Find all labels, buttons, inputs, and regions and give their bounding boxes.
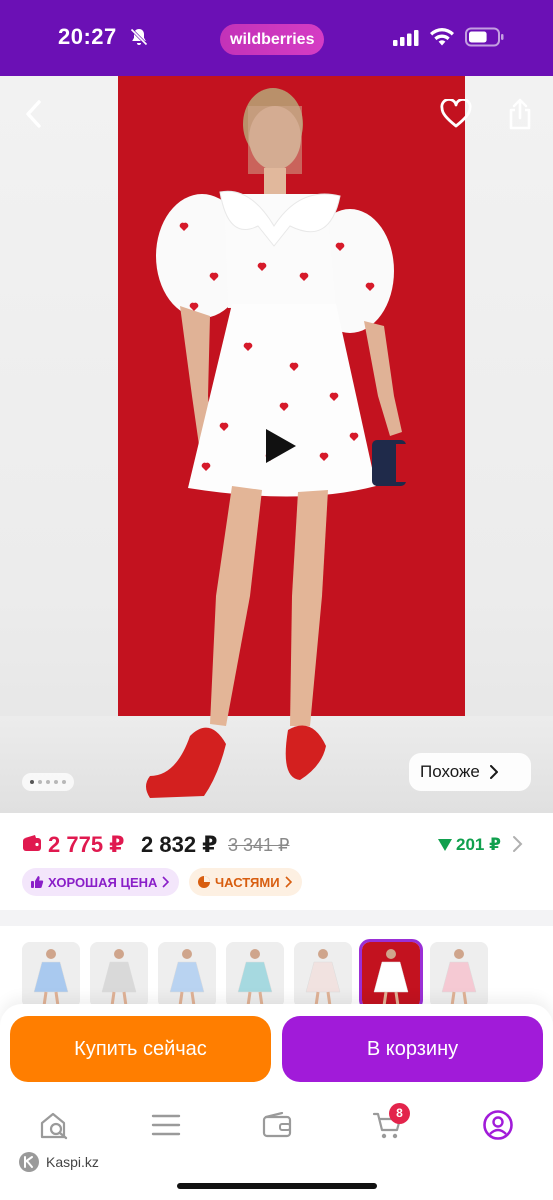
installments-label: ЧАСТЯМИ <box>215 874 280 890</box>
status-time: 20:27 <box>58 24 117 49</box>
gallery-pagination <box>22 773 74 791</box>
variant-thumbnail[interactable] <box>430 942 488 1008</box>
wallet-icon <box>262 1112 292 1138</box>
good-price-badge[interactable]: ХОРОШАЯ ЦЕНА <box>22 868 180 896</box>
pagination-dot <box>30 780 34 784</box>
pagination-dot <box>62 780 66 784</box>
heart-outline-icon <box>440 99 472 128</box>
pagination-dot <box>46 780 50 784</box>
cellular-signal-icon <box>393 30 419 46</box>
wifi-icon <box>430 28 454 46</box>
chevron-right-icon[interactable] <box>510 834 524 854</box>
chevron-right-icon <box>284 876 292 888</box>
similar-button[interactable]: Похоже <box>409 753 531 791</box>
action-bar: Купить сейчас В корзину <box>0 1004 553 1096</box>
kaspi-watermark: Kaspi.kz <box>18 1151 99 1173</box>
chevron-right-icon <box>162 876 170 888</box>
chevron-right-icon <box>489 765 498 779</box>
share-icon <box>509 98 531 130</box>
tab-profile[interactable] <box>481 1108 515 1142</box>
buy-now-button[interactable]: Купить сейчас <box>10 1016 271 1082</box>
variant-thumbnail[interactable] <box>158 942 216 1008</box>
thumbs-up-icon <box>31 876 44 888</box>
price-drop-value: 201 ₽ <box>456 835 501 854</box>
wallet-price: 2 775 ₽ <box>48 832 125 857</box>
menu-icon <box>151 1114 181 1136</box>
status-bar: 20:27 wildberries <box>0 0 553 76</box>
pagination-dot <box>38 780 42 784</box>
variant-thumbnail[interactable] <box>294 942 352 1008</box>
home-indicator[interactable] <box>177 1183 377 1189</box>
similar-label: Похоже <box>420 762 480 781</box>
share-button[interactable] <box>500 94 540 134</box>
variant-thumbnail[interactable] <box>90 942 148 1008</box>
back-button[interactable] <box>14 94 54 134</box>
pagination-dot <box>54 780 58 784</box>
bell-slash-icon <box>130 28 148 46</box>
price-row: 2 775 ₽ 2 832 ₽ 3 341 ₽ 201 ₽ <box>0 822 553 870</box>
profile-icon <box>483 1110 513 1140</box>
wallet-icon <box>23 835 41 851</box>
installments-badge[interactable]: ЧАСТЯМИ <box>189 868 302 896</box>
variant-thumbnail[interactable] <box>226 942 284 1008</box>
section-divider <box>0 910 553 926</box>
good-price-label: ХОРОШАЯ ЦЕНА <box>48 874 158 890</box>
watermark-text: Kaspi.kz <box>46 1154 99 1170</box>
add-to-cart-button[interactable]: В корзину <box>282 1016 543 1082</box>
search-home-icon <box>40 1112 68 1140</box>
play-icon[interactable] <box>260 426 300 466</box>
price-drop-button[interactable]: 201 ₽ <box>438 835 501 855</box>
variant-thumbnail[interactable] <box>359 939 423 1011</box>
product-gallery[interactable]: Похоже <box>0 76 553 813</box>
triangle-down-icon <box>438 839 452 851</box>
tab-catalog[interactable] <box>149 1108 183 1142</box>
variant-thumbnail[interactable] <box>22 942 80 1008</box>
color-variants <box>0 934 553 1011</box>
product-price: 2 832 ₽ <box>141 832 218 857</box>
tab-home[interactable] <box>38 1108 72 1142</box>
favorite-button[interactable] <box>436 94 476 134</box>
brand-logo: wildberries <box>220 24 325 55</box>
battery-icon <box>465 27 504 47</box>
kaspi-logo-icon <box>19 1152 39 1172</box>
pie-chart-icon <box>198 876 210 888</box>
cart-count-badge: 8 <box>389 1103 410 1124</box>
old-price: 3 341 ₽ <box>228 835 290 855</box>
tab-wallet[interactable] <box>260 1108 294 1142</box>
chevron-left-icon <box>26 100 41 128</box>
